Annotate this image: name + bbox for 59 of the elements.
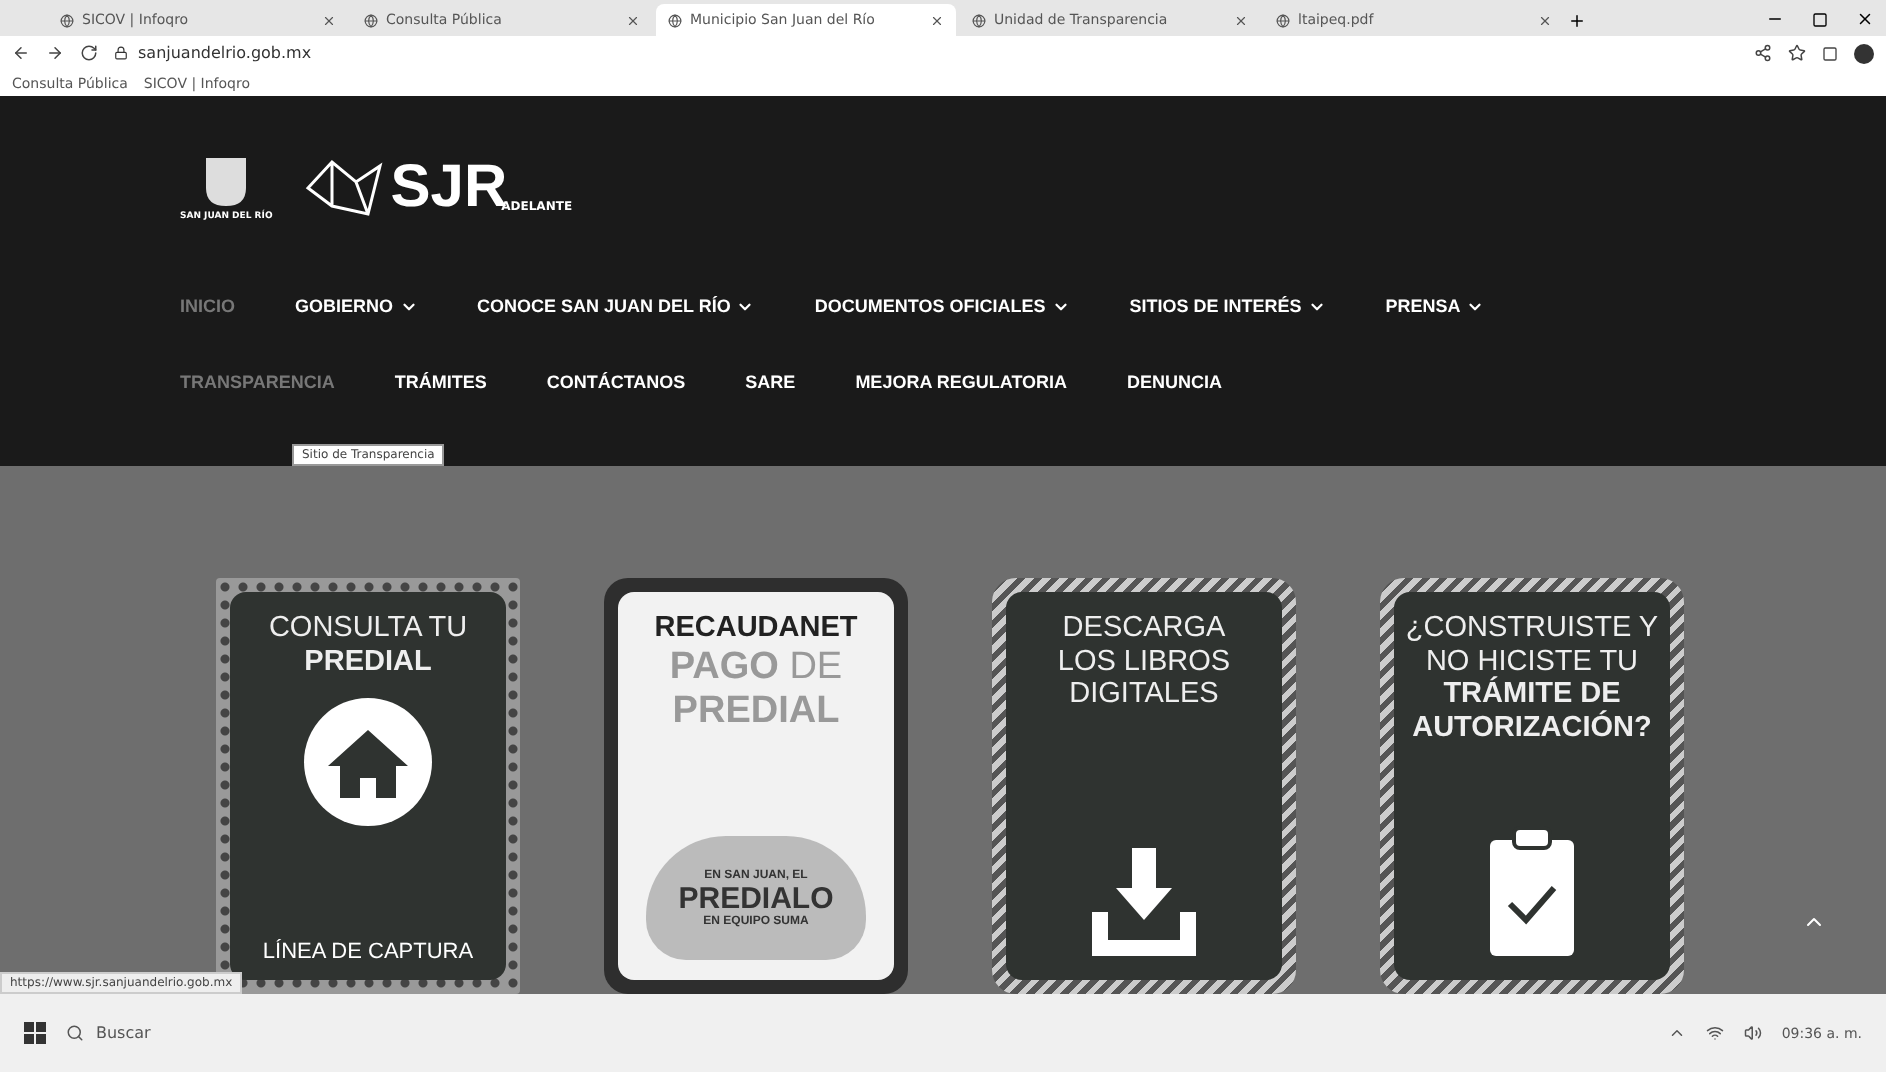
card-heading-line: PREDIAL — [304, 645, 432, 679]
nav-link[interactable]: DENUNCIA — [1127, 372, 1223, 392]
card-heading-line: DESCARGA — [1062, 612, 1226, 646]
card-heading-line: NO HICISTE TU — [1425, 645, 1639, 678]
card-heading-line: DIGITALES — [1069, 678, 1219, 713]
nav-link[interactable]: TRÁMITES — [394, 372, 487, 392]
globe-icon — [1276, 13, 1290, 27]
close-tab-icon[interactable] — [1234, 13, 1248, 27]
windows-start-icon[interactable] — [24, 1022, 46, 1044]
globe-icon — [364, 13, 378, 27]
card-heading-line: PREDIAL — [672, 689, 840, 733]
nav-link[interactable]: INICIO — [180, 296, 236, 316]
nav-link[interactable]: SARE — [745, 372, 796, 392]
nav-link[interactable]: CONOCE SAN JUAN DEL RÍO — [477, 296, 755, 316]
badge-text: PREDIALO — [678, 881, 834, 915]
nav-link[interactable]: MEJORA REGULATORIA — [855, 372, 1068, 392]
origami-logo-icon — [304, 158, 385, 218]
card-heading-line: PAGO DE — [669, 645, 843, 690]
reload-icon[interactable] — [80, 44, 98, 62]
card-heading-line: RECAUDANET — [654, 612, 858, 646]
card-heading-line: CONSULTA TU — [268, 612, 468, 646]
search-icon — [66, 1024, 84, 1042]
wifi-icon[interactable] — [1705, 1024, 1724, 1042]
tray-caret-icon[interactable] — [1667, 1024, 1686, 1042]
close-icon[interactable] — [1856, 10, 1874, 28]
sidebar-icon[interactable] — [1822, 45, 1838, 61]
globe-icon — [60, 13, 74, 27]
promo-card[interactable]: DESCARGA LOS LIBROS DIGITALES — [992, 578, 1296, 994]
card-heading-line: AUTORIZACIÓN? — [1412, 712, 1652, 746]
card-heading-line: ¿CONSTRUISTE Y — [1405, 612, 1659, 646]
card-heading-line: LOS LIBROS — [1057, 645, 1231, 679]
globe-icon — [972, 13, 986, 27]
nav-link[interactable]: CONTÁCTANOS — [546, 372, 686, 392]
nav-link[interactable]: GOBIERNO — [295, 296, 418, 316]
crest-icon — [204, 155, 249, 207]
nav-link[interactable]: TRANSPARENCIA — [180, 372, 335, 392]
nav-link[interactable]: DOCUMENTOS OFICIALES — [814, 296, 1070, 316]
card-footer-text: LÍNEA DE CAPTURA — [262, 940, 474, 964]
maximize-icon[interactable] — [1812, 12, 1828, 28]
nav-link[interactable]: PRENSA — [1385, 296, 1485, 316]
taskbar-search[interactable]: Buscar — [66, 1024, 326, 1042]
house-icon — [304, 698, 432, 827]
bookmark-star-icon[interactable] — [1788, 44, 1806, 62]
volume-icon[interactable] — [1743, 1024, 1762, 1042]
card-heading-line: TRÁMITE DE — [1443, 678, 1621, 711]
promo-card[interactable]: ¿CONSTRUISTE Y NO HICISTE TU TRÁMITE DE AUTORIZACIÓN? — [1380, 578, 1684, 994]
close-tab-icon[interactable] — [626, 13, 640, 27]
close-tab-icon[interactable] — [930, 13, 944, 27]
address-field[interactable]: sanjuandelrio.gob.mx — [114, 40, 1738, 66]
nav-link[interactable]: SITIOS DE INTERÉS — [1129, 296, 1326, 316]
share-icon[interactable] — [1754, 44, 1772, 62]
forward-icon[interactable] — [46, 44, 64, 62]
close-tab-icon[interactable] — [322, 13, 336, 27]
close-tab-icon[interactable] — [1538, 13, 1552, 27]
globe-icon — [668, 13, 682, 27]
lock-icon — [114, 46, 128, 60]
profile-avatar[interactable] — [1854, 43, 1874, 63]
back-icon[interactable] — [12, 44, 30, 62]
new-tab-icon[interactable] — [1568, 12, 1586, 30]
